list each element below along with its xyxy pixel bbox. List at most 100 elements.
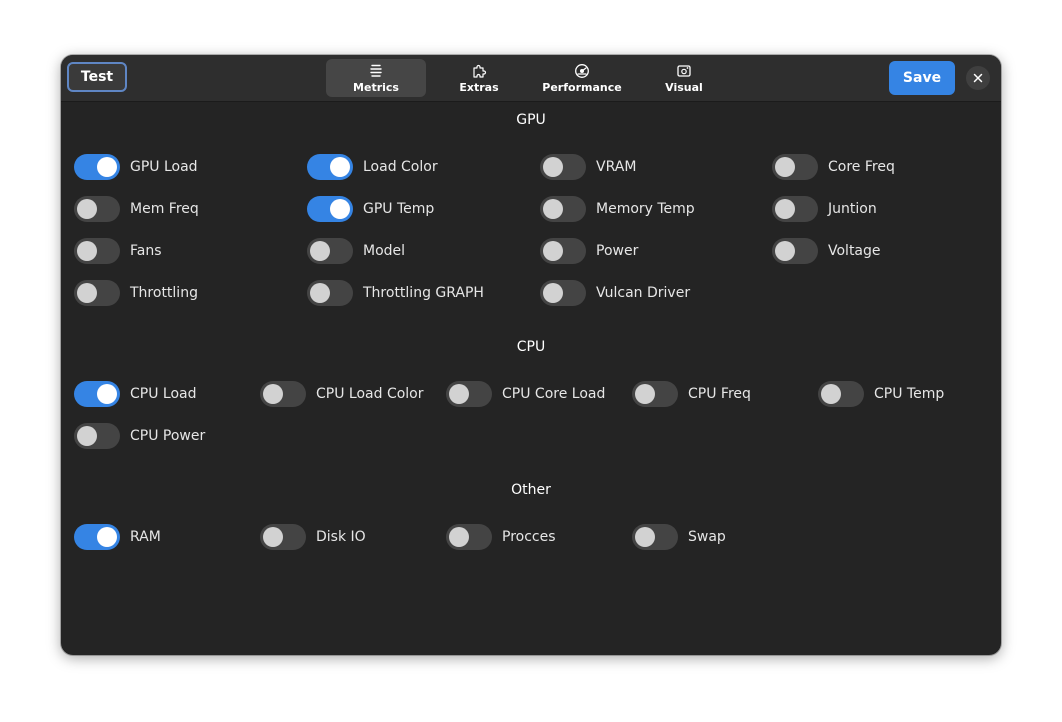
toggle-row: Model	[307, 235, 540, 267]
toggle-row: GPU Load	[74, 151, 307, 183]
toggle-label: Power	[596, 243, 639, 259]
toggle-row: Procces	[446, 521, 632, 553]
toggle-row: Swap	[632, 521, 818, 553]
toggle-row: CPU Core Load	[446, 378, 632, 410]
toggle-switch[interactable]	[260, 381, 306, 407]
toggle-knob	[310, 283, 330, 303]
tab-label: Visual	[665, 80, 703, 94]
toggle-switch[interactable]	[540, 238, 586, 264]
toggle-knob	[77, 283, 97, 303]
toggle-label: CPU Temp	[874, 386, 945, 402]
toggle-row: Fans	[74, 235, 307, 267]
toggle-switch[interactable]	[74, 423, 120, 449]
gauge-icon	[575, 63, 589, 78]
test-button[interactable]: Test	[67, 62, 127, 92]
toggle-label: Swap	[688, 529, 726, 545]
toggle-switch[interactable]	[74, 238, 120, 264]
header-bar: Test Metrics Extras Performance Visual S…	[61, 55, 1001, 102]
close-icon	[973, 73, 983, 83]
section-title-gpu: GPU	[516, 112, 546, 128]
toggle-row: Mem Freq	[74, 193, 307, 225]
toggle-label: CPU Power	[130, 428, 206, 444]
tab-metrics[interactable]: Metrics	[326, 59, 426, 97]
toggle-label: Fans	[130, 243, 162, 259]
toggle-switch[interactable]	[74, 381, 120, 407]
toggle-switch[interactable]	[818, 381, 864, 407]
toggle-switch[interactable]	[632, 524, 678, 550]
toggle-switch[interactable]	[540, 196, 586, 222]
toggle-knob	[543, 199, 563, 219]
toggle-label: Mem Freq	[130, 201, 199, 217]
toggle-row: Memory Temp	[540, 193, 772, 225]
toggle-label: CPU Load Color	[316, 386, 424, 402]
toggle-label: Throttling GRAPH	[363, 285, 484, 301]
toggle-switch[interactable]	[540, 280, 586, 306]
toggle-switch[interactable]	[74, 524, 120, 550]
toggle-knob	[635, 384, 655, 404]
toggle-knob	[543, 241, 563, 261]
toggle-switch[interactable]	[446, 381, 492, 407]
toggle-label: Juntion	[828, 201, 877, 217]
toggle-switch[interactable]	[307, 196, 353, 222]
toggle-knob	[821, 384, 841, 404]
toggle-switch[interactable]	[260, 524, 306, 550]
picture-icon	[677, 64, 691, 77]
toggle-row: Power	[540, 235, 772, 267]
tab-performance[interactable]: Performance	[532, 59, 632, 97]
toggle-switch[interactable]	[74, 154, 120, 180]
toggle-knob	[330, 157, 350, 177]
toggle-switch[interactable]	[446, 524, 492, 550]
toggle-switch[interactable]	[632, 381, 678, 407]
cpu-toggle-grid: CPU Load CPU Load Color CPU Core Load CPU F…	[74, 378, 1001, 452]
gpu-toggle-grid: GPU Load Load Color VRAM Core Freq Mem Freq G…	[74, 151, 1001, 309]
toggle-switch[interactable]	[540, 154, 586, 180]
tab-extras[interactable]: Extras	[426, 59, 532, 97]
toggle-switch[interactable]	[772, 154, 818, 180]
toggle-switch[interactable]	[74, 280, 120, 306]
close-button[interactable]	[966, 66, 990, 90]
toggle-row: Juntion	[772, 193, 1001, 225]
toggle-label: Disk IO	[316, 529, 366, 545]
toggle-row: Load Color	[307, 151, 540, 183]
tab-label: Extras	[459, 80, 499, 94]
toggle-knob	[330, 199, 350, 219]
toggle-knob	[543, 283, 563, 303]
tab-label: Performance	[542, 80, 622, 94]
toggle-switch[interactable]	[307, 280, 353, 306]
toggle-label: Throttling	[130, 285, 198, 301]
tab-visual[interactable]: Visual	[632, 59, 736, 97]
toggle-row: CPU Power	[74, 420, 260, 452]
toggle-switch[interactable]	[307, 154, 353, 180]
list-icon	[370, 64, 382, 77]
toggle-knob	[543, 157, 563, 177]
toggle-row: CPU Load Color	[260, 378, 446, 410]
save-button[interactable]: Save	[889, 61, 955, 95]
toggle-label: RAM	[130, 529, 161, 545]
puzzle-icon	[473, 64, 487, 78]
toggle-knob	[97, 527, 117, 547]
toggle-label: Voltage	[828, 243, 881, 259]
toggle-knob	[775, 241, 795, 261]
toggle-switch[interactable]	[772, 196, 818, 222]
toggle-label: GPU Temp	[363, 201, 435, 217]
toggle-row: Disk IO	[260, 521, 446, 553]
toggle-row: RAM	[74, 521, 260, 553]
toggle-knob	[263, 527, 283, 547]
toggle-switch[interactable]	[74, 196, 120, 222]
toggle-knob	[77, 199, 97, 219]
toggle-knob	[310, 241, 330, 261]
toggle-knob	[775, 199, 795, 219]
toggle-switch[interactable]	[307, 238, 353, 264]
toggle-label: CPU Core Load	[502, 386, 606, 402]
toggle-switch[interactable]	[772, 238, 818, 264]
toggle-label: Model	[363, 243, 406, 259]
toggle-knob	[97, 384, 117, 404]
other-toggle-grid: RAM Disk IO Procces Swap	[74, 521, 1001, 553]
toggle-label: CPU Freq	[688, 386, 751, 402]
view-switcher: Metrics Extras Performance Visual	[326, 59, 736, 97]
section-title-cpu: CPU	[516, 339, 546, 355]
toggle-knob	[77, 426, 97, 446]
toggle-knob	[449, 384, 469, 404]
toggle-label: GPU Load	[130, 159, 198, 175]
settings-window: Test Metrics Extras Performance Visual S…	[61, 55, 1001, 655]
